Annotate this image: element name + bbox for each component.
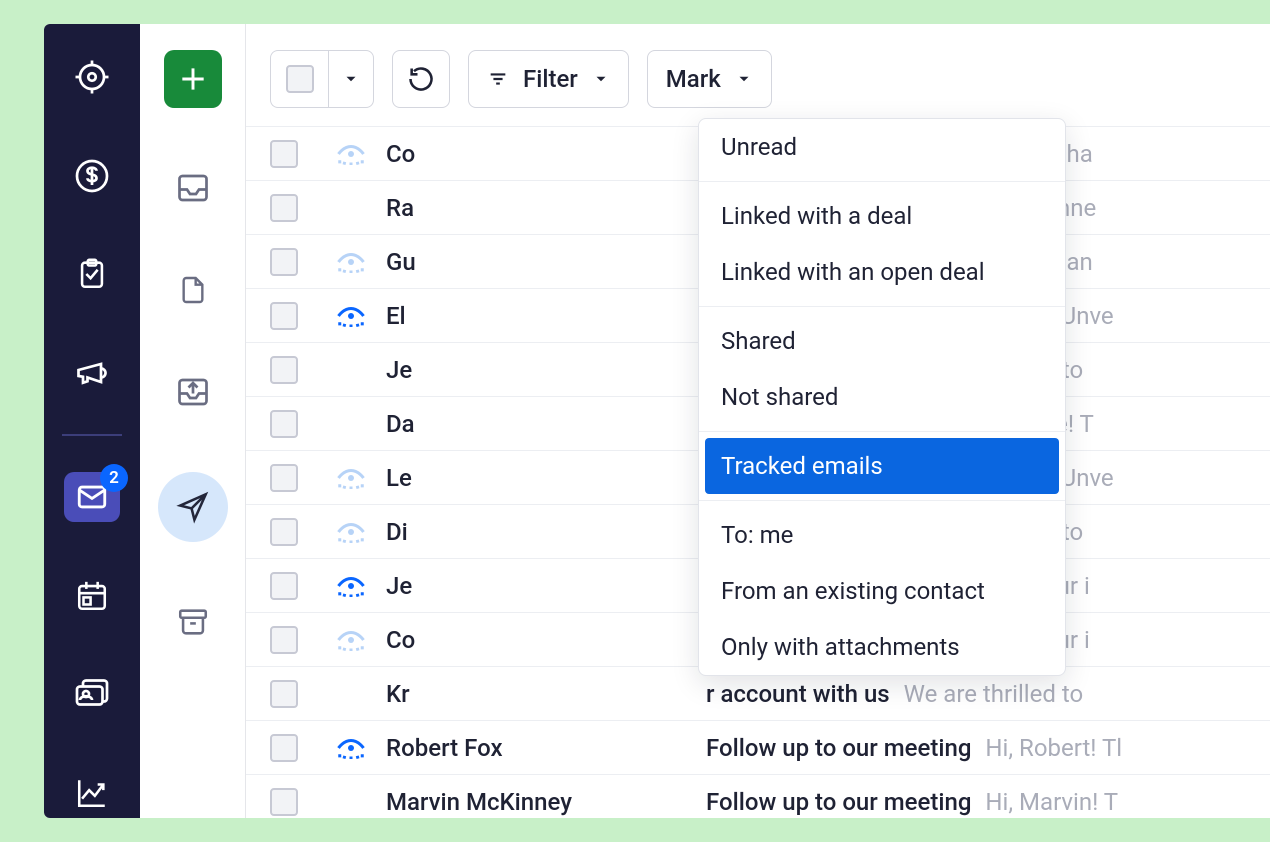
filter-label: Filter (523, 65, 578, 93)
row-sender: Je (386, 572, 706, 600)
compose-button[interactable] (164, 50, 222, 108)
row-checkbox[interactable] (270, 410, 298, 438)
filter-option[interactable]: Tracked emails (705, 438, 1059, 494)
row-sender: Je (386, 356, 706, 384)
row-checkbox[interactable] (270, 626, 298, 654)
mark-label: Mark (666, 65, 721, 93)
row-preview: Unve (1061, 464, 1114, 492)
outbox-icon[interactable] (171, 370, 215, 414)
secondary-nav-rail (140, 24, 246, 818)
row-preview: Unve (1061, 302, 1114, 330)
main-panel: Filter Mark Colow up to our meetingHi, C… (246, 24, 1270, 818)
row-checkbox[interactable] (270, 464, 298, 492)
select-all-group (270, 50, 374, 108)
row-preview: We are thrilled to (904, 680, 1083, 708)
row-preview: Hi, Robert! Tl (985, 734, 1122, 762)
filter-button[interactable]: Filter (468, 50, 629, 108)
tracked-eye-icon (336, 251, 366, 273)
filter-option[interactable]: Linked with an open deal (699, 244, 1065, 300)
dropdown-separator (699, 181, 1065, 182)
refresh-button[interactable] (392, 50, 450, 108)
mail-badge: 2 (100, 464, 128, 492)
row-checkbox[interactable] (270, 734, 298, 762)
tracked-eye-icon (336, 143, 366, 165)
dropdown-separator (699, 500, 1065, 501)
row-checkbox[interactable] (270, 518, 298, 546)
row-preview: Hi, Marvin! T (985, 788, 1118, 816)
toolbar: Filter Mark (246, 24, 1270, 126)
row-sender: Robert Fox (386, 734, 706, 762)
file-icon[interactable] (171, 268, 215, 312)
nav-clipboard-icon[interactable] (64, 249, 120, 300)
row-sender: Co (386, 626, 706, 654)
row-sender: Da (386, 410, 706, 438)
nav-contacts-icon[interactable] (64, 669, 120, 720)
row-checkbox[interactable] (270, 248, 298, 276)
row-sender: Marvin McKinney (386, 788, 706, 816)
row-checkbox[interactable] (270, 572, 298, 600)
filter-option[interactable]: To: me (699, 507, 1065, 563)
row-sender: Le (386, 464, 706, 492)
filter-dropdown: Unread Linked with a dealLinked with an o… (698, 118, 1066, 676)
nav-divider (62, 434, 122, 436)
mark-button[interactable]: Mark (647, 50, 772, 108)
email-row[interactable]: Marvin McKinneyFollow up to our meeting H… (246, 775, 1270, 818)
tracked-eye-icon (336, 467, 366, 489)
row-sender: Di (386, 518, 706, 546)
row-sender: Gu (386, 248, 706, 276)
filter-option[interactable]: Linked with a deal (699, 188, 1065, 244)
filter-option[interactable]: From an existing contact (699, 563, 1065, 619)
row-sender: Kr (386, 680, 706, 708)
row-checkbox[interactable] (270, 680, 298, 708)
row-checkbox[interactable] (270, 194, 298, 222)
filter-option[interactable]: Unread (699, 119, 1065, 175)
filter-option[interactable]: Only with attachments (699, 619, 1065, 675)
row-checkbox[interactable] (270, 356, 298, 384)
nav-chart-icon[interactable] (64, 768, 120, 818)
archive-icon[interactable] (171, 600, 215, 644)
row-sender: El (386, 302, 706, 330)
dropdown-separator (699, 306, 1065, 307)
select-all-dropdown[interactable] (328, 50, 374, 108)
row-subject: r account with us (706, 680, 890, 708)
filter-option[interactable]: Shared (699, 313, 1065, 369)
nav-dollar-icon[interactable] (64, 151, 120, 202)
nav-calendar-icon[interactable] (64, 570, 120, 621)
tracked-eye-icon (336, 737, 366, 759)
row-subject: Follow up to our meeting (706, 734, 971, 762)
tracked-eye-icon (336, 575, 366, 597)
row-sender: Co (386, 140, 706, 168)
send-icon[interactable] (158, 472, 228, 542)
primary-nav-rail: 2 (44, 24, 140, 818)
row-subject: Follow up to our meeting (706, 788, 971, 816)
email-row[interactable]: Robert FoxFollow up to our meeting Hi, Ro… (246, 721, 1270, 775)
inbox-icon[interactable] (171, 166, 215, 210)
nav-target-icon[interactable] (64, 52, 120, 103)
row-checkbox[interactable] (270, 788, 298, 816)
tracked-eye-icon (336, 629, 366, 651)
row-checkbox[interactable] (270, 140, 298, 168)
row-sender: Ra (386, 194, 706, 222)
tracked-eye-icon (336, 305, 366, 327)
tracked-eye-icon (336, 521, 366, 543)
checkbox-icon (286, 65, 314, 93)
nav-mail-icon[interactable]: 2 (64, 472, 120, 523)
select-all-checkbox[interactable] (270, 50, 328, 108)
filter-option[interactable]: Not shared (699, 369, 1065, 425)
nav-megaphone-icon[interactable] (64, 348, 120, 399)
dropdown-separator (699, 431, 1065, 432)
row-checkbox[interactable] (270, 302, 298, 330)
